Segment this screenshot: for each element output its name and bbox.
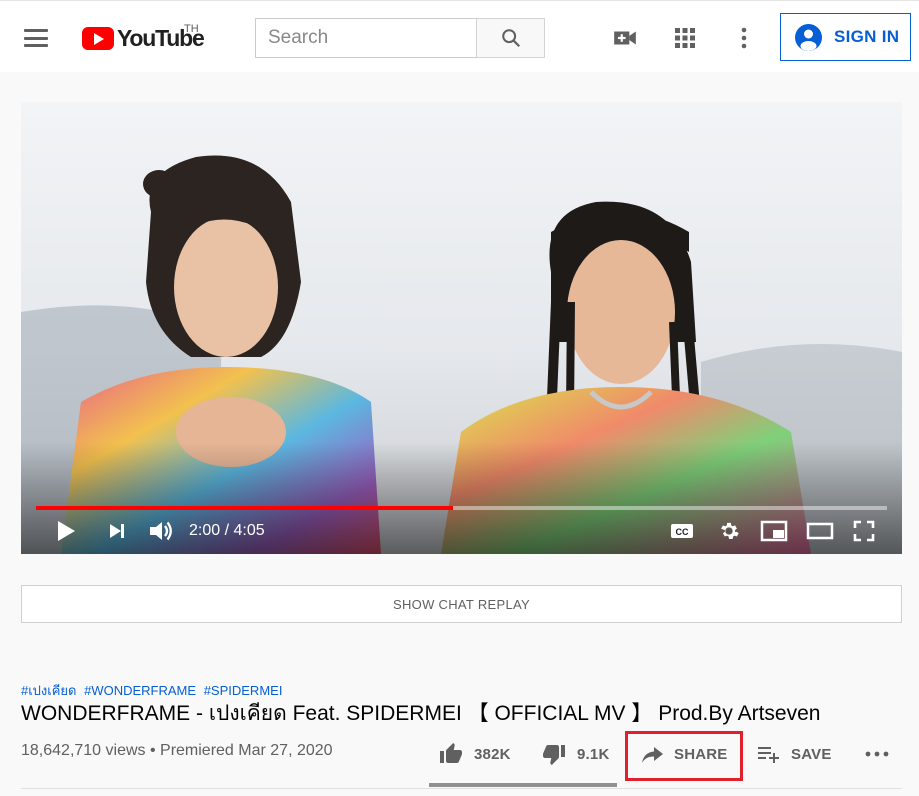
show-chat-replay-button[interactable]: SHOW CHAT REPLAY <box>21 585 902 623</box>
create-video-icon[interactable] <box>612 25 638 51</box>
progress-bar[interactable] <box>36 506 887 510</box>
dislike-count: 9.1K <box>577 745 610 763</box>
fullscreen-icon[interactable] <box>851 518 877 544</box>
save-button[interactable]: SAVE <box>757 736 832 772</box>
dislike-button[interactable]: 9.1K <box>541 736 610 772</box>
volume-icon[interactable] <box>147 518 175 544</box>
theater-mode-icon[interactable] <box>805 518 835 544</box>
progress-played <box>36 506 453 510</box>
next-icon[interactable] <box>105 518 129 544</box>
like-count: 382K <box>474 745 511 763</box>
sentiment-bar <box>429 783 617 787</box>
region-code: TH <box>184 23 199 35</box>
search-input[interactable] <box>255 18 476 58</box>
account-circle-icon <box>795 23 822 51</box>
playlist-add-icon <box>758 747 779 763</box>
hashtag-link[interactable]: #WONDERFRAME <box>84 683 196 698</box>
video-player[interactable]: 2:00 / 4:05 CC <box>21 102 902 554</box>
divider <box>21 788 902 789</box>
menu-icon[interactable] <box>24 29 48 47</box>
search-button[interactable] <box>476 18 545 58</box>
like-button[interactable]: 382K <box>438 736 511 772</box>
svg-text:CC: CC <box>676 527 689 537</box>
masthead: YouTube TH SIGN IN <box>0 0 919 72</box>
save-label: SAVE <box>791 745 832 763</box>
share-highlight-box <box>625 731 743 781</box>
subtitles-icon[interactable]: CC <box>669 518 695 544</box>
hashtag-link[interactable]: #เปงเคียด <box>21 683 76 698</box>
time-display: 2:00 / 4:05 <box>189 522 265 539</box>
view-count-date: 18,642,710 views • Premiered Mar 27, 202… <box>21 742 333 759</box>
sign-in-label: SIGN IN <box>834 27 900 46</box>
video-frame <box>21 155 902 554</box>
sign-in-button[interactable]: SIGN IN <box>780 13 911 61</box>
apps-grid-icon[interactable] <box>672 25 698 51</box>
video-title: WONDERFRAME - เปงเคียด Feat. SPIDERMEI 【… <box>21 702 821 725</box>
hashtag-link[interactable]: #SPIDERMEI <box>204 683 283 698</box>
search-box <box>255 18 545 58</box>
play-icon[interactable] <box>53 518 79 544</box>
settings-gear-icon[interactable] <box>716 518 742 544</box>
miniplayer-icon[interactable] <box>759 518 789 544</box>
thumbs-down-icon <box>543 745 565 765</box>
youtube-play-logo-icon <box>82 26 114 50</box>
more-vertical-icon[interactable] <box>731 25 757 51</box>
thumbs-up-icon <box>440 743 462 763</box>
search-icon <box>501 29 520 48</box>
more-actions-icon[interactable] <box>864 736 890 772</box>
